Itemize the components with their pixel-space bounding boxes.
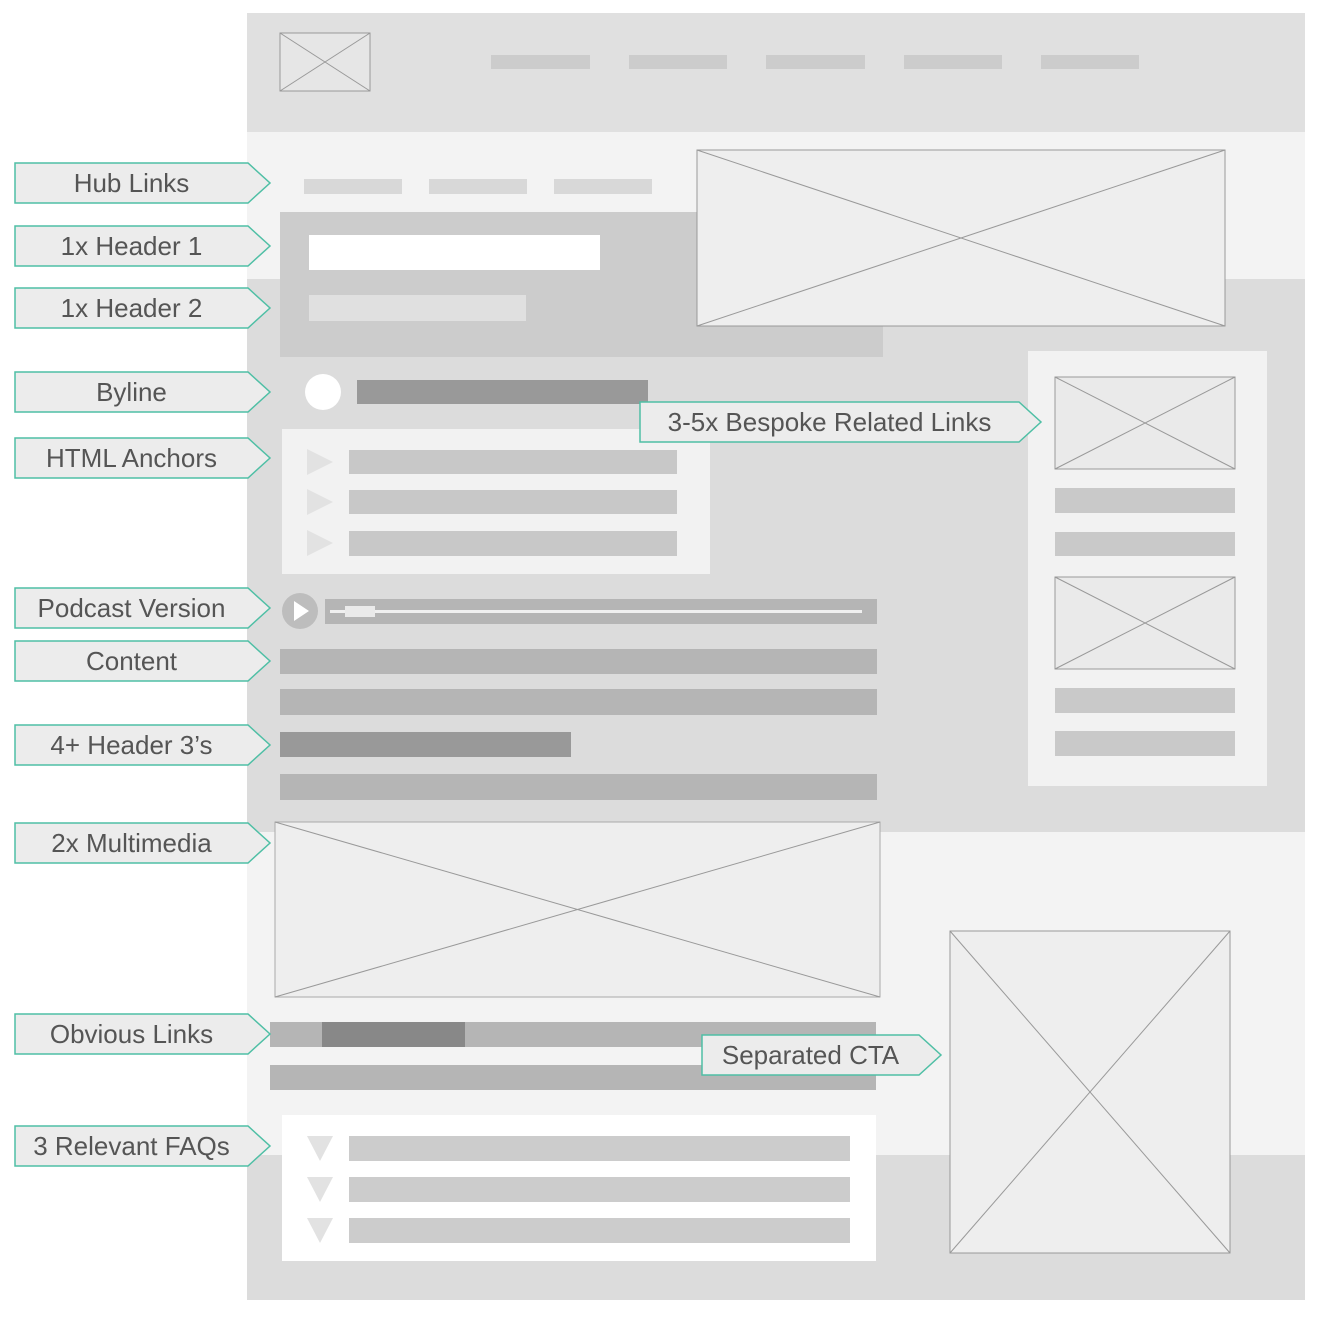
annotation-header2: 1x Header 2: [14, 287, 272, 329]
annotation-faqs: 3 Relevant FAQs: [14, 1125, 272, 1167]
anchor-link[interactable]: [349, 490, 677, 514]
annotation-label: 3 Relevant FAQs: [33, 1131, 230, 1161]
related-link[interactable]: [1055, 532, 1235, 556]
related-image-placeholder-icon[interactable]: [1054, 576, 1236, 670]
nav-item[interactable]: [766, 55, 865, 69]
hub-link[interactable]: [429, 179, 527, 194]
header1-bar: [309, 235, 600, 270]
annotation-header1: 1x Header 1: [14, 225, 272, 267]
podcast-progress-track[interactable]: [330, 610, 862, 613]
faq-item[interactable]: [349, 1136, 850, 1161]
podcast-play-icon[interactable]: [282, 593, 318, 629]
nav-item[interactable]: [629, 55, 727, 69]
nav-item[interactable]: [904, 55, 1002, 69]
header2-bar: [309, 295, 526, 321]
annotation-label: 4+ Header 3’s: [50, 730, 212, 760]
anchor-link[interactable]: [349, 450, 677, 474]
multimedia-placeholder-icon: [274, 821, 881, 998]
related-link[interactable]: [1055, 688, 1235, 713]
annotation-label: Hub Links: [74, 168, 190, 198]
related-image-placeholder-icon[interactable]: [1054, 376, 1236, 470]
content-bar: [280, 649, 877, 674]
annotation-label: 2x Multimedia: [51, 828, 212, 858]
annotation-related-links: 3-5x Bespoke Related Links: [639, 401, 1043, 443]
annotation-label: Obvious Links: [50, 1019, 213, 1049]
annotation-label: Separated CTA: [722, 1040, 900, 1070]
cta-placeholder-icon[interactable]: [949, 930, 1231, 1254]
annotation-cta: Separated CTA: [701, 1034, 943, 1076]
anchor-link[interactable]: [349, 531, 677, 556]
podcast-scrubber[interactable]: [345, 606, 375, 617]
annotation-label: Podcast Version: [38, 593, 226, 623]
hub-link[interactable]: [304, 179, 402, 194]
annotation-obvious-links: Obvious Links: [14, 1013, 272, 1055]
annotation-podcast: Podcast Version: [14, 587, 272, 629]
obvious-link[interactable]: [322, 1022, 465, 1047]
annotation-label: HTML Anchors: [46, 443, 217, 473]
hub-link[interactable]: [554, 179, 652, 194]
nav-item[interactable]: [491, 55, 590, 69]
nav-item[interactable]: [1041, 55, 1139, 69]
annotation-content: Content: [14, 640, 272, 682]
logo-placeholder-icon[interactable]: [279, 32, 371, 92]
related-link[interactable]: [1055, 731, 1235, 756]
annotation-label: 1x Header 2: [61, 293, 203, 323]
site-header: [247, 13, 1305, 132]
annotation-hub-links: Hub Links: [14, 162, 272, 204]
annotation-multimedia: 2x Multimedia: [14, 822, 272, 864]
faq-item[interactable]: [349, 1218, 850, 1243]
annotation-label: 3-5x Bespoke Related Links: [668, 407, 992, 437]
annotation-byline: Byline: [14, 371, 272, 413]
content-bar: [280, 774, 877, 800]
annotation-html-anchors: HTML Anchors: [14, 437, 272, 479]
annotation-label: Byline: [96, 377, 167, 407]
faq-item[interactable]: [349, 1177, 850, 1202]
annotation-label: Content: [86, 646, 178, 676]
annotation-label: 1x Header 1: [61, 231, 203, 261]
author-avatar: [305, 374, 341, 410]
content-bar: [280, 689, 877, 715]
related-link[interactable]: [1055, 488, 1235, 513]
byline-bar: [357, 380, 648, 404]
annotation-header3: 4+ Header 3’s: [14, 724, 272, 766]
hero-image-placeholder-icon: [696, 149, 1226, 327]
wireframe-diagram: Hub Links 1x Header 1 1x Header 2 Byline HTM…: [14, 13, 1305, 1300]
header3-bar: [280, 732, 571, 757]
